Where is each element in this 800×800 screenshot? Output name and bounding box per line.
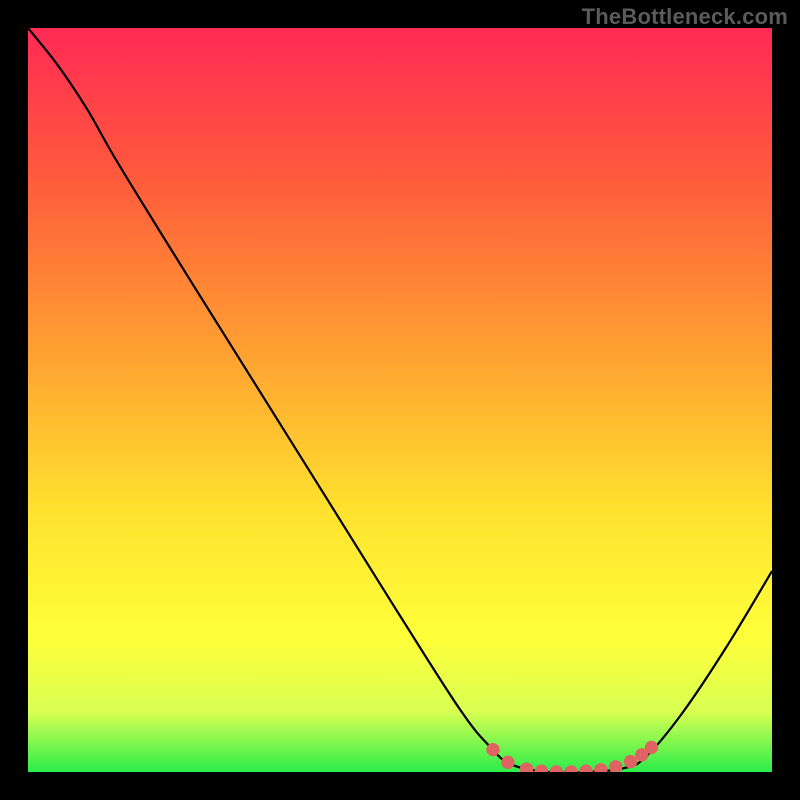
chart-container: TheBottleneck.com [0, 0, 800, 800]
watermark-text: TheBottleneck.com [582, 4, 788, 30]
marker-dot [486, 743, 499, 756]
marker-dot [624, 755, 637, 768]
marker-dot [645, 741, 658, 754]
marker-dot [501, 756, 514, 769]
plot-area [28, 28, 772, 772]
gradient-background [28, 28, 772, 772]
